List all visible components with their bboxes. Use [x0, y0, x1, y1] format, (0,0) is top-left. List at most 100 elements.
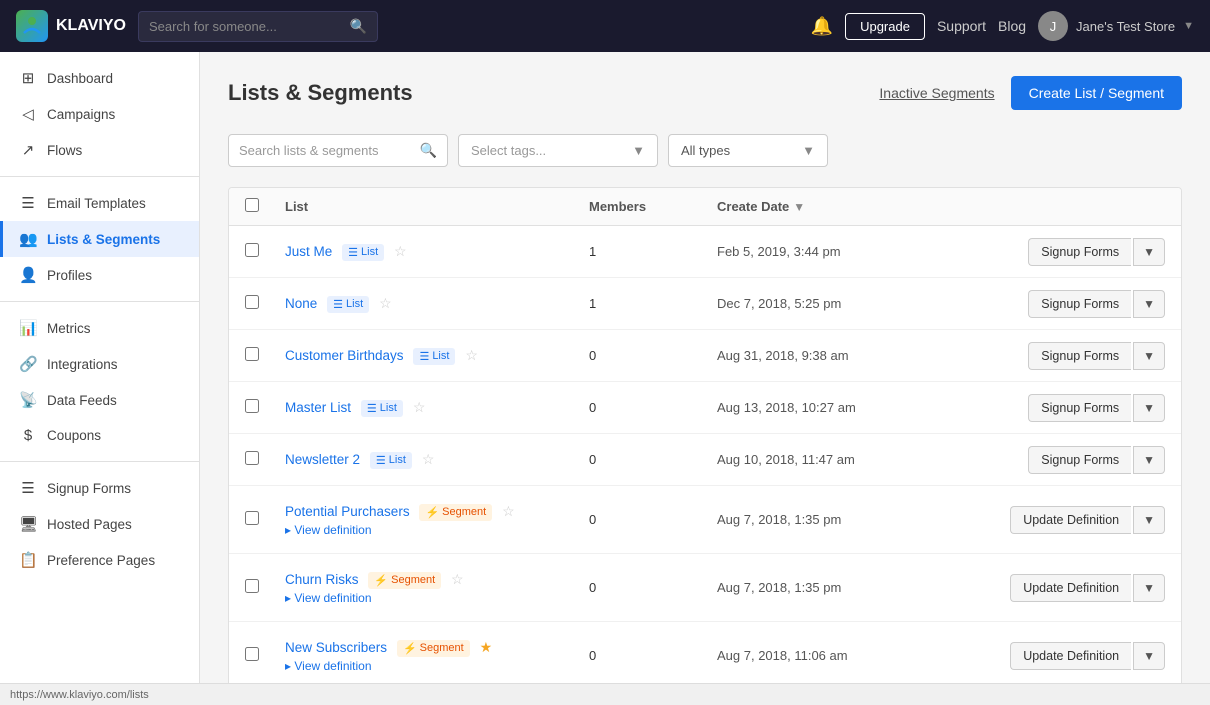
- row-checkbox[interactable]: [245, 243, 259, 257]
- list-name-link[interactable]: New Subscribers: [285, 640, 387, 655]
- row-checkbox[interactable]: [245, 399, 259, 413]
- sidebar-item-integrations[interactable]: 🔗Integrations: [0, 346, 199, 382]
- support-link[interactable]: Support: [937, 18, 986, 34]
- select-all-checkbox[interactable]: [245, 198, 259, 212]
- sidebar-item-profiles[interactable]: 👤Profiles: [0, 257, 199, 293]
- row-checkbox[interactable]: [245, 647, 259, 661]
- signup-forms-button[interactable]: Signup Forms: [1028, 290, 1131, 318]
- star-icon[interactable]: ☆: [379, 295, 392, 311]
- sidebar-item-preference-pages[interactable]: 📋Preference Pages: [0, 542, 199, 578]
- list-type-icon: ☰: [367, 402, 377, 415]
- row-checkbox[interactable]: [245, 295, 259, 309]
- row-checkbox[interactable]: [245, 511, 259, 525]
- search-lists-input[interactable]: [239, 143, 412, 158]
- action-dropdown-button[interactable]: ▼: [1133, 290, 1165, 318]
- actions-cell: Signup Forms ▼: [945, 394, 1165, 422]
- sidebar-item-flows[interactable]: ↗Flows: [0, 132, 199, 168]
- members-cell: 0: [589, 348, 709, 363]
- list-search-box[interactable]: 🔍: [228, 134, 448, 167]
- tags-filter[interactable]: Select tags... ▼: [458, 134, 658, 167]
- date-cell: Aug 7, 2018, 1:35 pm: [717, 512, 937, 527]
- table-row: Just Me ☰List ☆ 1 Feb 5, 2019, 3:44 pm S…: [229, 226, 1181, 278]
- view-definition-link[interactable]: View definition: [285, 591, 581, 605]
- page-header: Lists & Segments Inactive Segments Creat…: [228, 76, 1182, 110]
- update-definition-button[interactable]: Update Definition: [1010, 574, 1131, 602]
- upgrade-button[interactable]: Upgrade: [845, 13, 925, 40]
- update-definition-button[interactable]: Update Definition: [1010, 642, 1131, 670]
- list-name-link[interactable]: Master List: [285, 400, 351, 415]
- row-checkbox-cell: [245, 295, 277, 312]
- user-menu[interactable]: J Jane's Test Store ▼: [1038, 11, 1194, 41]
- signup-forms-button[interactable]: Signup Forms: [1028, 446, 1131, 474]
- view-definition-link[interactable]: View definition: [285, 523, 581, 537]
- sidebar-divider: [0, 176, 199, 177]
- members-cell: 1: [589, 244, 709, 259]
- row-checkbox[interactable]: [245, 579, 259, 593]
- sidebar-item-lists-segments[interactable]: 👥Lists & Segments: [0, 221, 199, 257]
- star-icon[interactable]: ★: [480, 639, 493, 655]
- signup-forms-button[interactable]: Signup Forms: [1028, 342, 1131, 370]
- row-checkbox[interactable]: [245, 347, 259, 361]
- name-cell: Customer Birthdays ☰List ☆: [285, 347, 581, 365]
- update-definition-button[interactable]: Update Definition: [1010, 506, 1131, 534]
- global-search[interactable]: 🔍: [138, 11, 378, 42]
- signup-forms-icon: ☰: [19, 479, 37, 497]
- sidebar-label: Integrations: [47, 357, 118, 372]
- star-icon[interactable]: ☆: [451, 571, 464, 587]
- type-filter[interactable]: All types ▼: [668, 134, 828, 167]
- row-checkbox[interactable]: [245, 451, 259, 465]
- main-content: Lists & Segments Inactive Segments Creat…: [200, 52, 1210, 683]
- segment-type-icon: ⚡: [374, 574, 388, 587]
- actions-cell: Signup Forms ▼: [945, 446, 1165, 474]
- row-checkbox-cell: [245, 399, 277, 416]
- action-dropdown-button[interactable]: ▼: [1133, 574, 1165, 602]
- star-icon[interactable]: ☆: [502, 503, 515, 519]
- sidebar-item-hosted-pages[interactable]: 🖥 Hosted Pages: [0, 506, 199, 542]
- action-dropdown-button[interactable]: ▼: [1133, 506, 1165, 534]
- avatar: J: [1038, 11, 1068, 41]
- inactive-segments-link[interactable]: Inactive Segments: [879, 85, 994, 101]
- sidebar-item-data-feeds[interactable]: 📡Data Feeds: [0, 382, 199, 418]
- sidebar-label: Hosted Pages: [47, 517, 132, 532]
- notifications-bell-icon[interactable]: 🔔: [811, 16, 833, 37]
- action-dropdown-button[interactable]: ▼: [1133, 642, 1165, 670]
- hosted-pages-icon: 🖥: [19, 515, 37, 533]
- list-name-link[interactable]: Customer Birthdays: [285, 348, 404, 363]
- row-checkbox-cell: [245, 243, 277, 260]
- action-dropdown-button[interactable]: ▼: [1133, 446, 1165, 474]
- global-search-input[interactable]: [149, 19, 342, 34]
- create-list-segment-button[interactable]: Create List / Segment: [1011, 76, 1182, 110]
- sidebar-item-campaigns[interactable]: ◁Campaigns: [0, 96, 199, 132]
- star-icon[interactable]: ☆: [422, 451, 435, 467]
- sidebar-item-metrics[interactable]: 📊Metrics: [0, 310, 199, 346]
- name-cell: Newsletter 2 ☰List ☆: [285, 451, 581, 469]
- signup-forms-button[interactable]: Signup Forms: [1028, 238, 1131, 266]
- list-name-link[interactable]: None: [285, 296, 317, 311]
- list-name-link[interactable]: Potential Purchasers: [285, 504, 410, 519]
- view-definition-link[interactable]: View definition: [285, 659, 581, 673]
- table-row: Master List ☰List ☆ 0 Aug 13, 2018, 10:2…: [229, 382, 1181, 434]
- sidebar-label: Preference Pages: [47, 553, 155, 568]
- sidebar-item-dashboard[interactable]: ⊞Dashboard: [0, 60, 199, 96]
- sidebar-item-coupons[interactable]: $Coupons: [0, 418, 199, 453]
- action-dropdown-button[interactable]: ▼: [1133, 394, 1165, 422]
- list-name-link[interactable]: Churn Risks: [285, 572, 359, 587]
- logo[interactable]: KLAVIYO: [16, 10, 126, 42]
- list-name-link[interactable]: Just Me: [285, 244, 332, 259]
- search-icon: 🔍: [350, 18, 367, 35]
- table-row: Potential Purchasers ⚡Segment ☆ View def…: [229, 486, 1181, 554]
- action-dropdown-button[interactable]: ▼: [1133, 238, 1165, 266]
- star-icon[interactable]: ☆: [413, 399, 426, 415]
- star-icon[interactable]: ☆: [465, 347, 478, 363]
- sidebar-item-signup-forms[interactable]: ☰Signup Forms: [0, 470, 199, 506]
- action-dropdown-button[interactable]: ▼: [1133, 342, 1165, 370]
- date-column-header[interactable]: Create Date ▼: [717, 199, 937, 214]
- star-icon[interactable]: ☆: [394, 243, 407, 259]
- signup-forms-button[interactable]: Signup Forms: [1028, 394, 1131, 422]
- row-checkbox-cell: [245, 347, 277, 364]
- filters-row: 🔍 Select tags... ▼ All types ▼: [228, 134, 1182, 167]
- list-name-link[interactable]: Newsletter 2: [285, 452, 360, 467]
- actions-cell: Signup Forms ▼: [945, 238, 1165, 266]
- blog-link[interactable]: Blog: [998, 18, 1026, 34]
- sidebar-item-email-templates[interactable]: ☰Email Templates: [0, 185, 199, 221]
